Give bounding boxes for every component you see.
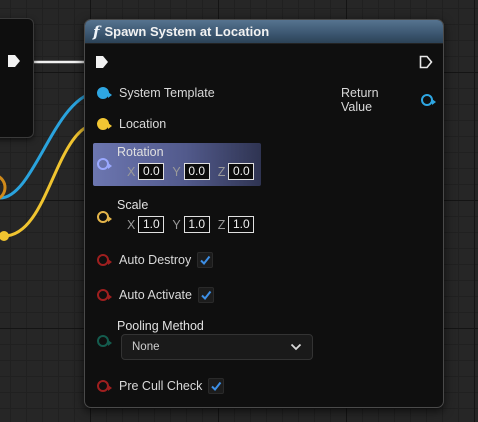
pre-cull-check-pin[interactable] [97, 380, 112, 392]
return-value-pin[interactable] [421, 94, 436, 106]
rotation-z-input[interactable]: 0.0 [228, 163, 255, 180]
auto-destroy-row[interactable]: Auto Destroy [97, 252, 214, 268]
checkbox-check-icon [200, 255, 211, 266]
auto-activate-label: Auto Activate [119, 288, 192, 302]
spawn-system-node[interactable]: f Spawn System at Location System Templa… [84, 19, 444, 408]
pooling-method-pin-row[interactable] [97, 335, 119, 347]
system-template-row[interactable]: System Template [97, 86, 215, 100]
auto-activate-row[interactable]: Auto Activate [97, 287, 214, 303]
exec-out-icon[interactable] [7, 54, 21, 68]
rotation-pin-row[interactable] [97, 158, 119, 170]
scale-label: Scale [117, 198, 149, 212]
pooling-method-value: None [132, 341, 160, 353]
auto-activate-pin[interactable] [97, 289, 112, 301]
pooling-method-dropdown[interactable]: None [121, 334, 313, 360]
scale-y-axis: Y [172, 217, 181, 232]
auto-activate-checkbox[interactable] [197, 287, 214, 303]
auto-destroy-label: Auto Destroy [119, 253, 192, 267]
function-icon: f [93, 22, 100, 41]
location-row[interactable]: Location [97, 117, 166, 131]
rotation-z-axis: Z [217, 164, 226, 179]
rotation-y-axis: Y [172, 164, 181, 179]
pre-cull-check-row[interactable]: Pre Cull Check [97, 378, 225, 394]
scale-pin[interactable] [97, 211, 112, 223]
return-value-label: Return Value [341, 86, 379, 114]
node-header[interactable]: f Spawn System at Location [85, 20, 443, 44]
return-value-row[interactable]: Return Value [341, 86, 443, 114]
rotation-x-axis: X [127, 164, 136, 179]
auto-destroy-checkbox[interactable] [197, 252, 214, 268]
node-title: Spawn System at Location [104, 24, 270, 39]
exec-out-icon[interactable] [419, 55, 433, 69]
chevron-down-icon [290, 343, 302, 351]
rotation-label: Rotation [117, 145, 164, 159]
rotation-x-input[interactable]: 0.0 [138, 163, 165, 180]
exec-in-icon[interactable] [95, 55, 109, 69]
rotation-fields: X 0.0 Y 0.0 Z 0.0 [127, 163, 255, 180]
scale-x-input[interactable]: 1.0 [138, 216, 165, 233]
location-wire-knot[interactable] [0, 231, 9, 241]
scale-x-axis: X [127, 217, 136, 232]
scale-y-input[interactable]: 1.0 [183, 216, 210, 233]
checkbox-check-icon [211, 381, 222, 392]
location-label: Location [119, 117, 167, 131]
pooling-method-label: Pooling Method [117, 319, 204, 333]
system-template-pin[interactable] [97, 87, 112, 99]
checkbox-check-icon [201, 290, 212, 301]
pre-cull-check-checkbox[interactable] [208, 378, 225, 394]
rotation-pin[interactable] [97, 158, 112, 170]
scale-z-axis: Z [217, 217, 226, 232]
pre-cull-check-label: Pre Cull Check [119, 379, 203, 393]
scale-pin-row[interactable] [97, 211, 119, 223]
previous-node[interactable] [0, 18, 34, 138]
scale-z-input[interactable]: 1.0 [228, 216, 255, 233]
rotation-y-input[interactable]: 0.0 [183, 163, 210, 180]
pooling-method-pin[interactable] [97, 335, 112, 347]
location-pin[interactable] [97, 118, 112, 130]
scale-fields: X 1.0 Y 1.0 Z 1.0 [127, 216, 255, 233]
system-template-label: System Template [119, 86, 215, 100]
auto-destroy-pin[interactable] [97, 254, 112, 266]
